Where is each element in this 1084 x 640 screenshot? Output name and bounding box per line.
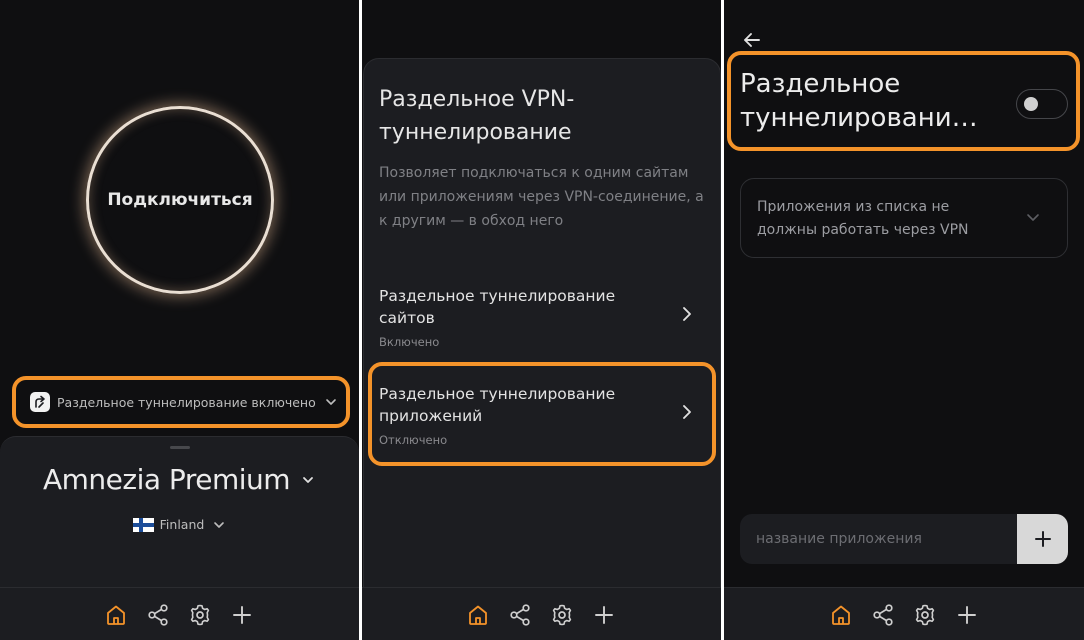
main-screen: Подключиться Раздельное туннелирование в… [0,0,359,640]
server-name: Finland [159,517,205,532]
mode-label: Приложения из списка не должны работать … [757,199,969,238]
plus-icon[interactable] [230,603,254,627]
connect-button[interactable]: Подключиться [86,106,274,294]
menu-item-apps-split[interactable]: Раздельное туннелирование приложений Отк… [379,383,704,447]
plan-name: Amnezia Premium [42,463,291,496]
menu-item-title: Раздельное туннелирование сайтов [379,287,616,327]
bottom-navbar [0,587,359,640]
home-icon[interactable] [104,603,128,627]
bottom-navbar [724,587,1084,640]
home-icon[interactable] [466,603,490,627]
split-tunneling-toggle[interactable] [1016,89,1068,119]
connect-button-label: Подключиться [107,190,253,210]
chevron-down-icon [325,399,336,405]
page-title-line-1: Раздельное [740,69,901,99]
menu-item-status: Отключено [379,433,448,447]
chevron-down-icon [214,521,225,528]
share-icon[interactable] [871,603,895,627]
chevron-right-icon [683,307,691,321]
chevron-right-icon [683,405,691,419]
share-icon[interactable] [146,603,170,627]
server-sheet: Amnezia Premium Finland [0,436,359,596]
page-title: Раздельное туннелировани… [740,67,1000,135]
page-title-line-2: туннелировани… [740,103,978,133]
bottom-navbar [362,587,721,640]
home-icon[interactable] [829,603,853,627]
chevron-down-icon [303,476,313,483]
split-tunneling-icon [30,392,50,412]
sheet-handle[interactable] [170,446,190,449]
menu-item-sites-split[interactable]: Раздельное туннелирование сайтов Включен… [379,285,704,349]
app-name-input[interactable] [740,514,1018,564]
add-app-button[interactable] [1017,514,1068,564]
toggle-knob [1024,97,1038,111]
split-tunneling-sheet: Раздельное VPN-туннелирование Позволяет … [363,58,721,598]
menu-item-status: Включено [379,335,440,349]
plus-icon[interactable] [592,603,616,627]
plus-icon [1034,531,1051,547]
page-description: Позволяет подключаться к одним сайтам ил… [379,165,704,229]
split-tunneling-status-text: Раздельное туннелирование включено [57,394,316,410]
server-selector[interactable]: Finland [0,517,359,532]
chevron-down-icon [1027,214,1039,221]
page-title: Раздельное VPN-туннелирование [379,87,575,145]
flag-finland-icon [132,517,154,532]
settings-icon[interactable] [188,603,212,627]
settings-icon[interactable] [550,603,574,627]
split-tunneling-status-button[interactable]: Раздельное туннелирование включено [12,376,350,428]
menu-item-title: Раздельное туннелирование приложений [379,385,616,425]
share-icon[interactable] [508,603,532,627]
settings-icon[interactable] [913,603,937,627]
back-arrow-icon[interactable] [740,28,764,52]
plus-icon[interactable] [955,603,979,627]
split-tunneling-screen: Раздельное VPN-туннелирование Позволяет … [362,0,721,640]
plan-selector[interactable]: Amnezia Premium [0,463,359,496]
mode-selector[interactable]: Приложения из списка не должны работать … [740,178,1068,258]
app-split-tunneling-screen: Раздельное туннелировани… Приложения из … [724,0,1084,640]
